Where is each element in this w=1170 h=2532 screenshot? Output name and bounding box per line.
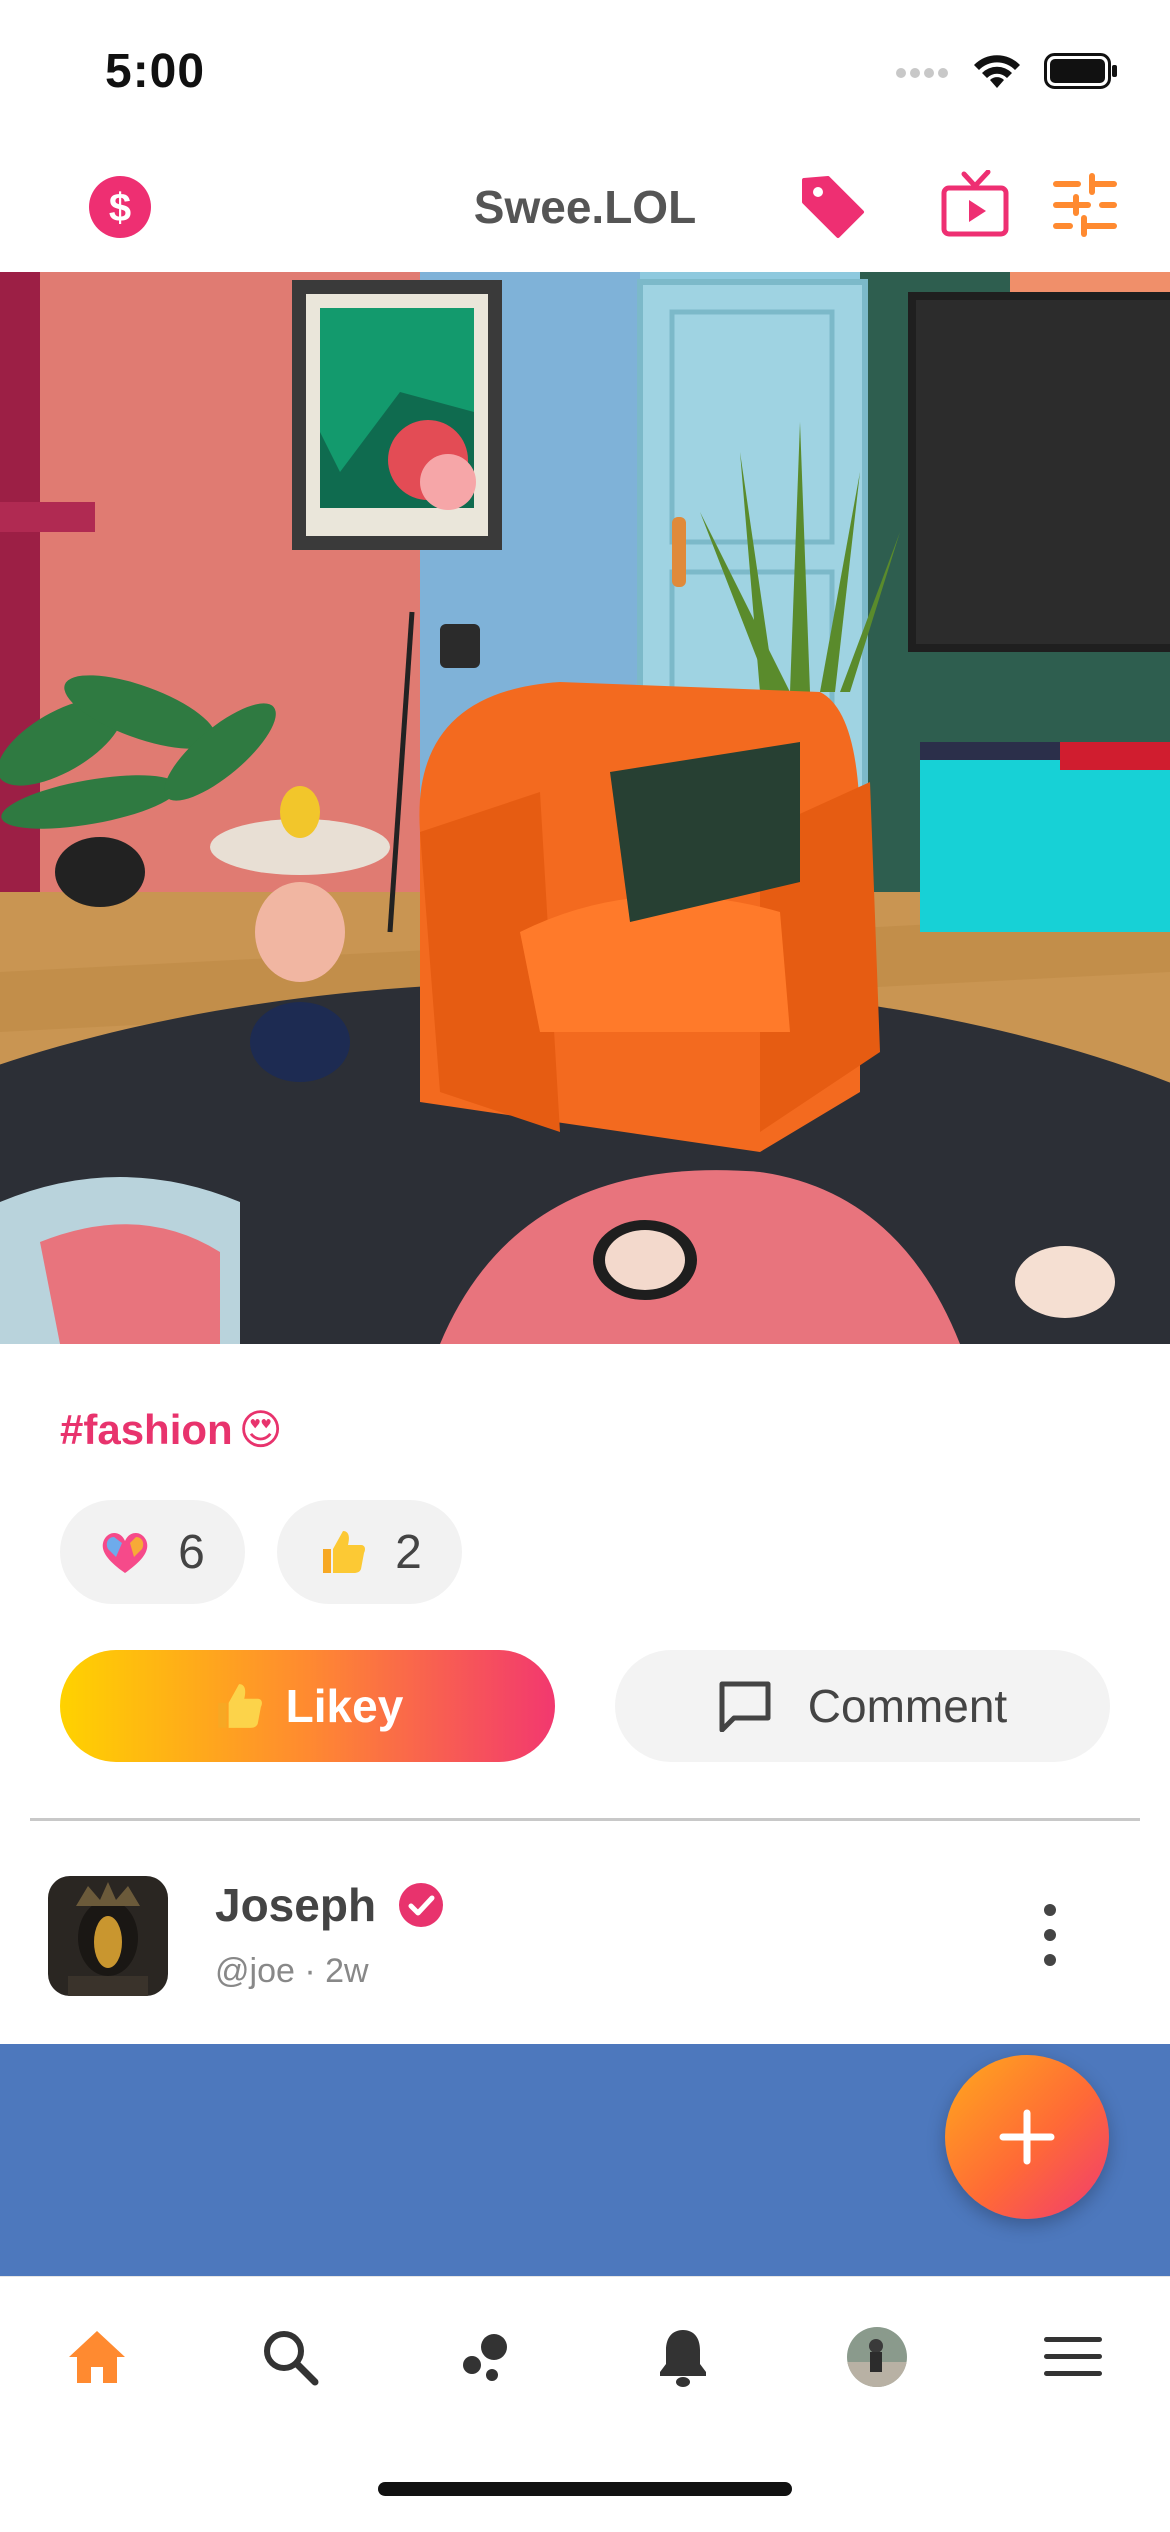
search-icon bbox=[264, 2331, 319, 2386]
comment-button[interactable]: Comment bbox=[615, 1650, 1110, 1762]
likey-button[interactable]: Likey bbox=[60, 1650, 555, 1762]
post-divider bbox=[30, 1818, 1140, 1821]
home-icon bbox=[69, 2331, 125, 2383]
status-bar: 5:00 bbox=[0, 0, 1170, 150]
profile-avatar-icon bbox=[847, 2327, 907, 2387]
post-hashtag[interactable]: #fashion 😍 bbox=[60, 1405, 283, 1454]
tab-discover[interactable] bbox=[446, 2317, 526, 2397]
likey-label: Likey bbox=[285, 1680, 404, 1732]
home-indicator bbox=[378, 2482, 792, 2496]
tv-icon[interactable] bbox=[940, 170, 1010, 240]
thumbs-count: 2 bbox=[395, 1525, 422, 1579]
comment-label: Comment bbox=[807, 1680, 1008, 1732]
tab-profile[interactable] bbox=[837, 2317, 917, 2397]
post-image[interactable] bbox=[0, 272, 1170, 1344]
reaction-pill-heart[interactable]: 6 bbox=[60, 1500, 245, 1604]
post-author-row: Joseph @joe · 2w bbox=[0, 1870, 1170, 2000]
reaction-pill-thumbs[interactable]: 2 bbox=[277, 1500, 462, 1604]
heart-count: 6 bbox=[178, 1525, 205, 1579]
status-time: 5:00 bbox=[105, 45, 206, 98]
verified-badge-icon bbox=[399, 1883, 444, 1927]
battery-icon bbox=[1044, 53, 1117, 89]
tab-search[interactable] bbox=[250, 2317, 330, 2397]
tab-home[interactable] bbox=[57, 2317, 137, 2397]
create-post-button[interactable] bbox=[945, 2055, 1109, 2219]
more-options-icon[interactable] bbox=[1030, 1900, 1070, 1970]
bottom-tab-bar bbox=[0, 2276, 1170, 2532]
app-header: $ Swee.LOL bbox=[0, 150, 1170, 272]
bell-icon bbox=[660, 2330, 706, 2387]
status-icons bbox=[896, 52, 1118, 90]
heart-eyes-emoji: 😍 bbox=[238, 1406, 283, 1453]
author-name[interactable]: Joseph bbox=[215, 1878, 444, 1932]
avatar[interactable] bbox=[48, 1876, 168, 1996]
plus-icon bbox=[999, 2109, 1055, 2165]
sliders-icon[interactable] bbox=[1052, 172, 1118, 238]
discover-icon bbox=[463, 2334, 507, 2381]
thumbs-up-icon bbox=[323, 1531, 366, 1573]
author-handle-time: @joe · 2w bbox=[215, 1952, 369, 1990]
heart-reaction-icon bbox=[102, 1532, 148, 1573]
tag-icon[interactable] bbox=[798, 172, 866, 240]
tab-notifications[interactable] bbox=[643, 2317, 723, 2397]
hashtag-text[interactable]: #fashion bbox=[60, 1406, 233, 1454]
post-actions: Likey Comment bbox=[60, 1650, 1110, 1762]
wifi-icon bbox=[974, 55, 1020, 88]
comment-icon bbox=[719, 1681, 771, 1732]
thumbs-up-icon bbox=[217, 1684, 262, 1728]
tab-menu[interactable] bbox=[1033, 2317, 1113, 2397]
menu-icon bbox=[1044, 2337, 1102, 2376]
signal-icon bbox=[896, 68, 948, 78]
author-name-text[interactable]: Joseph bbox=[215, 1878, 376, 1932]
reaction-summary: 6 2 bbox=[60, 1500, 462, 1604]
